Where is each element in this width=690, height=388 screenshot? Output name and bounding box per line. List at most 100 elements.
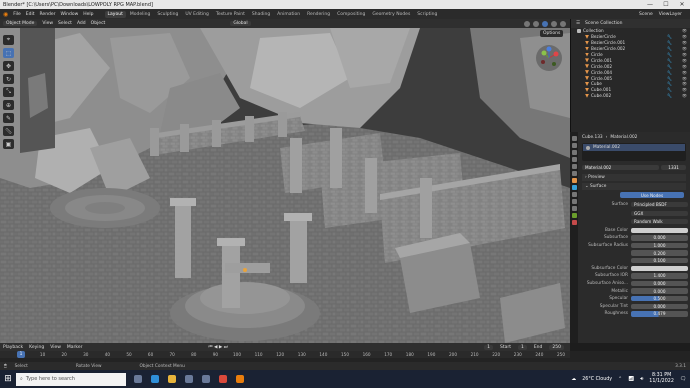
close-button[interactable]: ✕ <box>674 1 690 8</box>
world-tab-icon[interactable] <box>571 171 577 176</box>
tab-geometry-nodes[interactable]: Geometry Nodes <box>369 11 413 18</box>
viewport-menu-view[interactable]: View <box>42 21 53 26</box>
tab-modeling[interactable]: Modeling <box>127 11 153 18</box>
notifications-icon[interactable]: 🗨︎ <box>680 377 686 382</box>
navigation-gizmo[interactable] <box>536 45 562 71</box>
visibility-eye-icon[interactable]: 👁︎ <box>682 64 687 69</box>
surface-panel-header[interactable]: ⌄ Surface <box>582 183 686 190</box>
timeline-menu-keying[interactable]: Keying <box>29 345 44 350</box>
weather-icon[interactable]: ☁ <box>571 377 576 382</box>
tray-arrow-icon[interactable]: ⌃ <box>618 377 622 382</box>
taskbar-clock[interactable]: 8:31 PM 11/1/2022 <box>649 373 674 385</box>
material-users-count[interactable]: 1331 <box>661 164 686 171</box>
material-tab-icon[interactable] <box>571 220 577 225</box>
cursor-icon[interactable]: ⌖ <box>3 35 14 45</box>
store-icon[interactable] <box>185 375 193 383</box>
viewport-menu-select[interactable]: Select <box>58 21 72 26</box>
file-explorer-icon[interactable] <box>168 375 176 383</box>
view-layer-selector[interactable]: ViewLayer <box>659 12 682 17</box>
select-box-icon[interactable]: ⬚ <box>3 48 14 58</box>
shading-rendered-icon[interactable] <box>560 20 566 27</box>
tab-shading[interactable]: Shading <box>249 11 273 18</box>
orientation-dropdown[interactable]: Global <box>230 21 251 26</box>
shader-field-value[interactable]: 1.000 <box>631 242 688 249</box>
view-layer-tab-icon[interactable] <box>571 157 577 162</box>
network-icon[interactable]: 📶︎ <box>628 377 634 382</box>
3d-viewport[interactable] <box>0 28 570 343</box>
volume-icon[interactable]: 🔊︎ <box>640 376 643 382</box>
surface-shader-field[interactable]: Principled BSDF <box>631 201 688 207</box>
end-frame-field[interactable]: 250 <box>549 344 564 350</box>
rotate-icon[interactable]: ↻ <box>3 74 14 84</box>
playback-controls-icon[interactable]: ⏮ ◀ ▶ ⏭ <box>208 344 227 350</box>
shader-field-value[interactable]: 0.000 <box>631 303 688 309</box>
maximize-button[interactable]: ☐ <box>658 1 674 8</box>
shader-field-value[interactable]: 0.200 <box>631 250 688 256</box>
xray-toggle-icon[interactable] <box>533 20 539 27</box>
render-tab-icon[interactable] <box>571 143 577 148</box>
tab-uv-editing[interactable]: UV Editing <box>182 11 211 18</box>
shading-solid-icon[interactable] <box>542 20 548 27</box>
shader-field-value[interactable] <box>631 227 688 233</box>
edge-browser-icon[interactable] <box>151 375 159 383</box>
mail-icon[interactable] <box>202 375 210 383</box>
viewport-menu-object[interactable]: Object <box>91 21 106 26</box>
annotate-icon[interactable]: ✎ <box>3 113 14 123</box>
visibility-eye-icon[interactable]: 👁︎ <box>682 76 687 81</box>
outliner-filter-icon[interactable]: ☰ <box>576 21 580 26</box>
visibility-eye-icon[interactable]: 👁︎ <box>682 87 687 92</box>
visibility-eye-icon[interactable]: 👁︎ <box>682 46 687 51</box>
menu-file[interactable]: File <box>13 12 21 17</box>
scene-tab-icon[interactable] <box>571 164 577 169</box>
tool-tab-icon[interactable] <box>571 136 577 141</box>
minimize-button[interactable]: — <box>642 1 658 8</box>
chrome-icon[interactable] <box>219 375 227 383</box>
visibility-eye-icon[interactable]: 👁︎ <box>682 40 687 45</box>
visibility-eye-icon[interactable]: 👁︎ <box>682 52 687 57</box>
viewport-options-button[interactable]: Options <box>540 30 564 37</box>
particles-tab-icon[interactable] <box>571 192 577 197</box>
weather-text[interactable]: 26°C Cloudy <box>582 377 612 382</box>
viewport-menu-add[interactable]: Add <box>77 21 86 26</box>
material-slot-item[interactable]: Material.002 <box>583 144 685 151</box>
transform-icon[interactable]: ⊕ <box>3 100 14 110</box>
visibility-eye-icon[interactable]: 👁︎ <box>682 70 687 75</box>
visibility-eye-icon[interactable]: 👁︎ <box>682 58 687 63</box>
overlay-toggle-icon[interactable] <box>524 20 530 27</box>
output-tab-icon[interactable] <box>571 150 577 155</box>
taskbar-search-box[interactable]: ⌕ Type here to search <box>16 372 126 386</box>
shader-field-value[interactable]: 0.000 <box>631 235 688 241</box>
visibility-eye-icon[interactable]: 👁︎ <box>682 28 687 33</box>
material-name-field[interactable]: Material.002 <box>582 164 660 171</box>
blender-taskbar-icon[interactable] <box>236 375 244 383</box>
move-icon[interactable]: ✥ <box>3 61 14 71</box>
current-frame-field[interactable]: 1 <box>484 344 493 350</box>
timeline-menu-playback[interactable]: Playback <box>3 345 23 350</box>
outliner-object-row[interactable]: Cube.002 🔧︎ 👁︎ <box>571 93 690 99</box>
visibility-eye-icon[interactable]: 👁︎ <box>682 81 687 86</box>
shader-field-value[interactable]: 0.479 <box>631 311 688 317</box>
constraints-tab-icon[interactable] <box>571 206 577 211</box>
timeline-playhead[interactable]: 1 <box>17 351 25 358</box>
shader-field-value[interactable] <box>631 265 688 271</box>
tab-scripting[interactable]: Scripting <box>414 11 440 18</box>
object-tab-icon[interactable] <box>571 178 577 183</box>
tab-layout[interactable]: Layout <box>104 10 126 18</box>
timeline-ruler[interactable]: 1102030405060708090100110120130140150160… <box>0 351 570 358</box>
use-nodes-button[interactable]: Use Nodes <box>620 192 684 198</box>
scale-icon[interactable]: ⤡ <box>3 87 14 97</box>
tab-texture-paint[interactable]: Texture Paint <box>213 11 248 18</box>
tab-rendering[interactable]: Rendering <box>304 11 333 18</box>
timeline-menu-view[interactable]: View <box>50 345 61 350</box>
scene-selector[interactable]: Scene <box>639 12 653 17</box>
physics-tab-icon[interactable] <box>571 199 577 204</box>
windows-start-icon[interactable]: ⊞ <box>0 374 16 384</box>
data-tab-icon[interactable] <box>571 213 577 218</box>
task-view-icon[interactable] <box>134 375 142 383</box>
blender-logo-icon[interactable]: ◉ <box>3 11 8 18</box>
distribution-dropdown[interactable]: GGX <box>631 210 688 216</box>
timeline-menu-marker[interactable]: Marker <box>67 345 83 350</box>
menu-edit[interactable]: Edit <box>26 12 35 17</box>
shader-field-value[interactable]: 1.400 <box>631 273 688 279</box>
tab-compositing[interactable]: Compositing <box>334 11 368 18</box>
